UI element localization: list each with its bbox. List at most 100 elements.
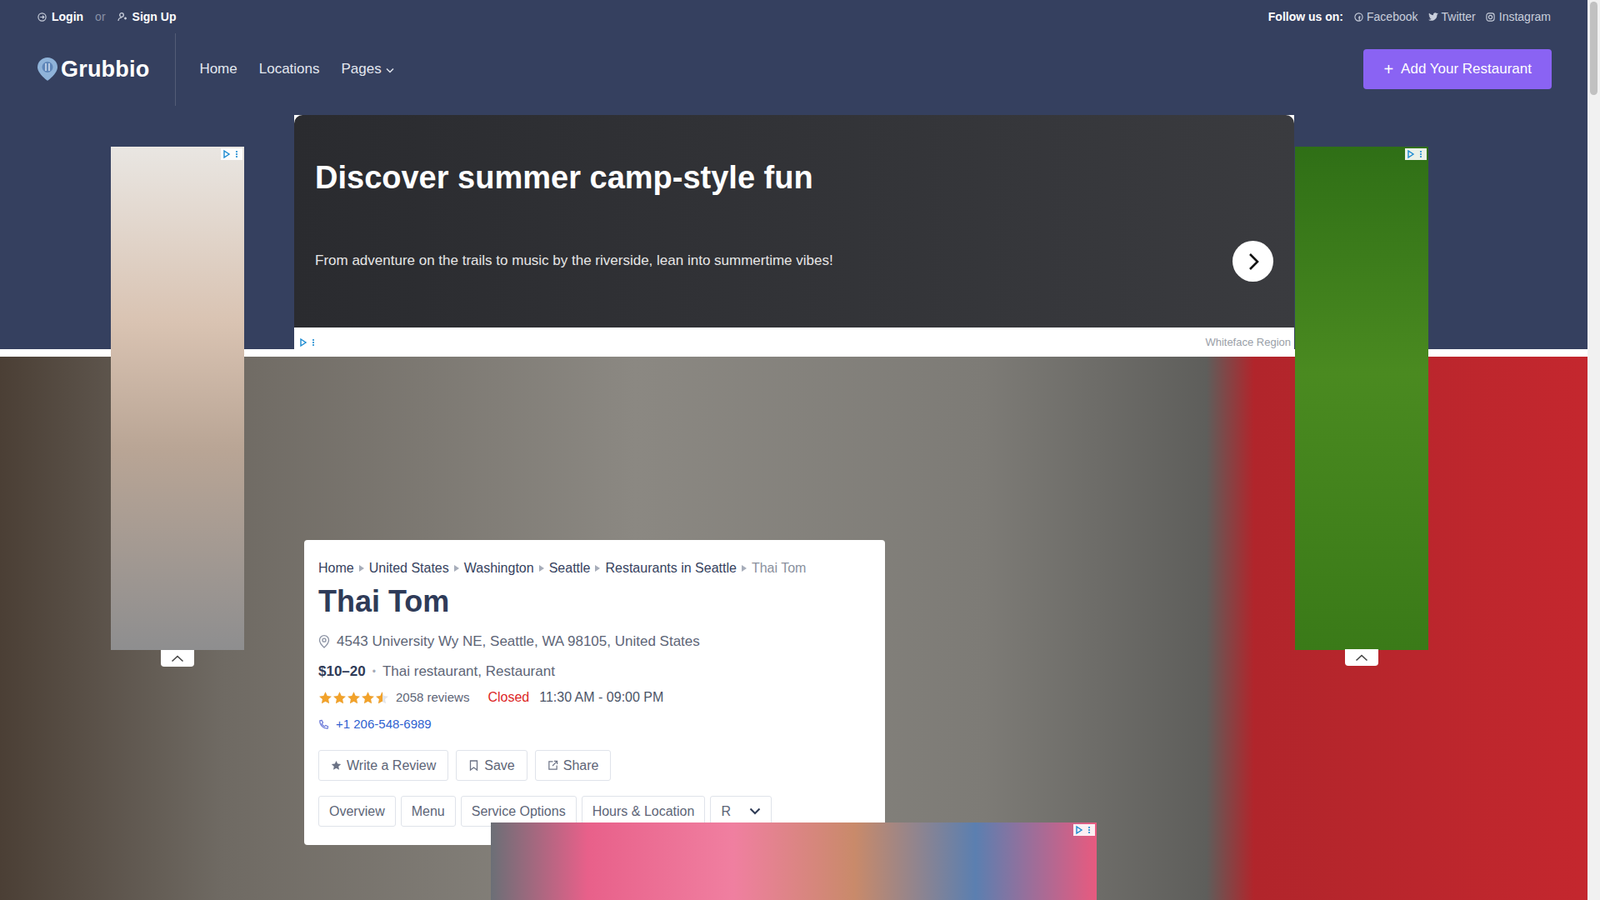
nav-link-label[interactable]: Home (199, 58, 237, 80)
star-icon (375, 690, 390, 705)
nav-link[interactable]: Home (199, 58, 237, 80)
star-fill (318, 690, 333, 705)
scrollbar-thumb[interactable] (1590, 1, 1598, 95)
breadcrumb-item[interactable]: Seattle (549, 558, 591, 579)
ad-body[interactable]: From adventure on the trails to music by… (315, 250, 1274, 271)
ad-card[interactable]: Discover summer camp-style fun From adven… (294, 115, 1295, 328)
star-icon (318, 690, 333, 705)
phone-link[interactable]: +1 206-548-6989 (335, 715, 432, 734)
bookmark-icon[interactable] (468, 760, 480, 771)
top-bar: LoginorSign Up Follow us on: Facebook Twitt… (0, 0, 1588, 34)
price-range: $10–20 (318, 661, 366, 682)
star-icon (332, 690, 347, 705)
phone-row: +1 206-548-6989 (318, 715, 871, 734)
tab-label[interactable]: R (720, 801, 731, 822)
address: 4543 University Wy NE, Seattle, WA 98105… (336, 631, 700, 652)
ad-next-button[interactable] (1232, 240, 1274, 282)
star-icon[interactable] (330, 760, 342, 771)
ad-choices-icon[interactable] (1073, 824, 1095, 836)
ad-choices-icon[interactable] (297, 336, 320, 349)
chevron-up-icon[interactable] (170, 655, 185, 663)
tab-label[interactable]: Hours & Location (592, 801, 695, 822)
social-link[interactable]: Instagram (1485, 8, 1551, 26)
breadcrumb-separator-icon (741, 565, 747, 572)
social-label[interactable]: Instagram (1499, 8, 1551, 26)
chevron-down-icon[interactable] (385, 67, 395, 74)
login-icon[interactable] (36, 11, 47, 22)
facebook-icon[interactable] (1353, 11, 1364, 22)
auth-links: LoginorSign Up (36, 8, 176, 26)
logo-text[interactable]: Grubbio (60, 52, 150, 87)
ad-choices-icon[interactable] (220, 148, 243, 160)
action-buttons: Write a Review Save Share (318, 750, 871, 781)
address-row: 4543 University Wy NE, Seattle, WA 98105… (318, 631, 871, 652)
signup-link[interactable]: Sign Up (132, 8, 177, 26)
breadcrumb-item[interactable]: United States (369, 558, 450, 579)
rating-stars (318, 690, 390, 705)
share-icon[interactable] (547, 760, 559, 771)
logo-pin-icon[interactable] (35, 56, 60, 82)
social-link[interactable]: Facebook (1353, 8, 1418, 26)
add-restaurant-button[interactable]: + Add Your Restaurant (1363, 49, 1552, 90)
breadcrumb-separator-icon (539, 565, 545, 572)
breadcrumb-item[interactable]: Restaurants in Seattle (605, 558, 736, 579)
section-tab[interactable]: Overview (318, 795, 396, 827)
action-label[interactable]: Save (484, 755, 515, 776)
separator: • (372, 661, 376, 682)
breadcrumb-separator-icon (454, 565, 460, 572)
action-label[interactable]: Write a Review (346, 755, 436, 776)
nav-link[interactable]: Pages (341, 58, 395, 80)
nav-link[interactable]: Locations (259, 58, 320, 80)
rating-row: 2058 reviews Closed 11:30 AM - 09:00 PM (318, 687, 871, 708)
ad-headline[interactable]: Discover summer camp-style fun (315, 158, 1274, 197)
opening-hours: 11:30 AM - 09:00 PM (539, 687, 664, 708)
ad-choices-icon[interactable] (1405, 148, 1427, 160)
write-review-button[interactable]: Write a Review (318, 750, 449, 781)
tab-label[interactable]: Service Options (471, 801, 566, 822)
section-tab[interactable]: Menu (400, 795, 456, 827)
instagram-icon[interactable] (1485, 11, 1496, 22)
breadcrumb-item[interactable]: Washington (464, 558, 535, 579)
user-icon[interactable] (117, 11, 128, 22)
collapse-ad-button[interactable] (1345, 649, 1379, 666)
bottom-ad[interactable] (490, 822, 1097, 900)
scrollbar[interactable] (1587, 0, 1600, 900)
arrow-right-icon[interactable] (1247, 252, 1260, 271)
collapse-ad-button[interactable] (160, 650, 195, 667)
chevron-up-icon[interactable] (1355, 654, 1369, 662)
action-label[interactable]: Share (563, 755, 600, 776)
ad-footer: Whiteface Region (294, 327, 1295, 357)
chevron-down-icon[interactable] (749, 807, 761, 815)
review-count[interactable]: 2058 reviews (395, 687, 470, 708)
nav-link-label[interactable]: Locations (259, 58, 320, 80)
add-restaurant-label[interactable]: Add Your Restaurant (1400, 58, 1532, 80)
tab-label[interactable]: Menu (411, 801, 445, 822)
follow-label: Follow us on: (1268, 8, 1344, 26)
breadcrumb-item[interactable]: Home (318, 558, 355, 579)
map-pin-icon (318, 635, 330, 649)
social-link[interactable]: Twitter (1428, 8, 1476, 26)
star-fill (360, 690, 375, 705)
breadcrumb-item: Thai Tom (751, 558, 807, 579)
tab-label[interactable]: Overview (329, 801, 385, 822)
top-ad[interactable]: Discover summer camp-style fun From adven… (294, 115, 1295, 357)
restaurant-card: Home United States Washington Seattle Restau… (304, 540, 885, 845)
categories: Thai restaurant, Restaurant (382, 661, 555, 682)
plus-icon[interactable]: + (1383, 60, 1394, 78)
main-nav: Grubbio Home Locations Pages + Add Your Resta… (0, 33, 1588, 113)
star-fill (375, 690, 383, 705)
share-button[interactable]: Share (535, 750, 612, 781)
save-button[interactable]: Save (455, 750, 527, 781)
left-side-ad[interactable] (110, 146, 245, 650)
right-side-ad[interactable] (1295, 146, 1429, 650)
login-link[interactable]: Login (51, 8, 84, 26)
social-label[interactable]: Twitter (1441, 8, 1476, 26)
social-label[interactable]: Facebook (1366, 8, 1418, 26)
logo[interactable]: Grubbio (35, 33, 150, 105)
nav-link-label[interactable]: Pages (341, 58, 382, 80)
twitter-icon[interactable] (1428, 11, 1439, 22)
phone-icon (318, 719, 330, 730)
open-status: Closed (487, 687, 530, 708)
star-icon (346, 690, 361, 705)
ad-advertiser[interactable]: Whiteface Region (1205, 334, 1291, 351)
